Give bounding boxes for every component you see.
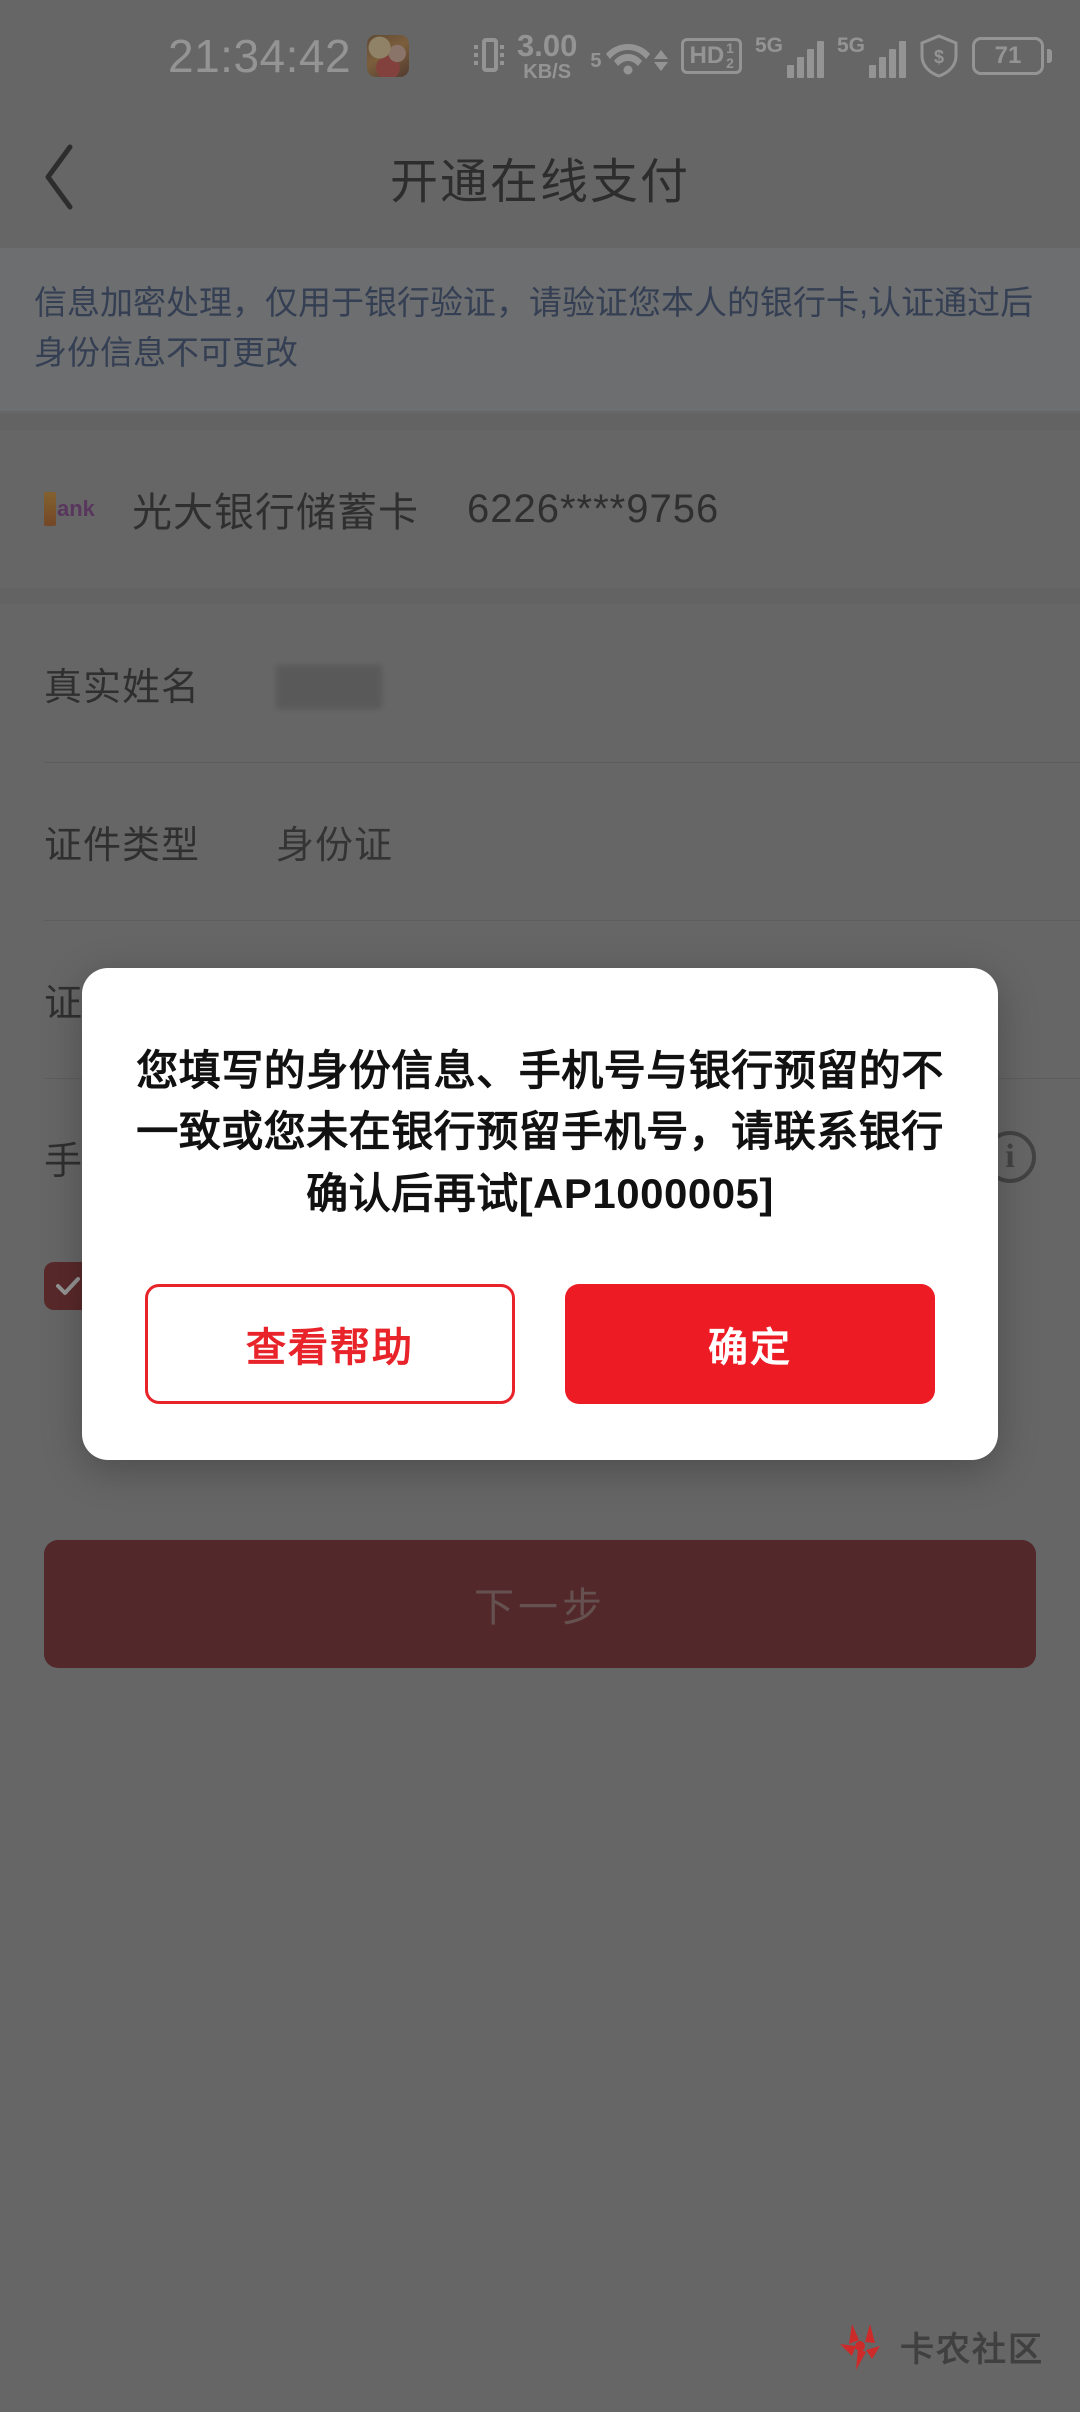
watermark-text: 卡农社区 [900, 2330, 1044, 2369]
dialog-message: 您填写的身份信息、手机号与银行预留的不一致或您未在银行预留手机号，请联系银行确认… [136, 1047, 944, 1217]
dialog-actions: 查看帮助 确定 [132, 1283, 948, 1404]
phone-screen: 21:34:42 3.00 KB/S 5 [0, 0, 1080, 2412]
watermark: 卡农社区 [832, 2318, 1044, 2374]
view-help-button[interactable]: 查看帮助 [145, 1283, 515, 1404]
confirm-button[interactable]: 确定 [565, 1283, 935, 1404]
kanong-logo-icon [840, 2324, 880, 2370]
error-dialog: 您填写的身份信息、手机号与银行预留的不一致或您未在银行预留手机号，请联系银行确认… [82, 968, 998, 1460]
